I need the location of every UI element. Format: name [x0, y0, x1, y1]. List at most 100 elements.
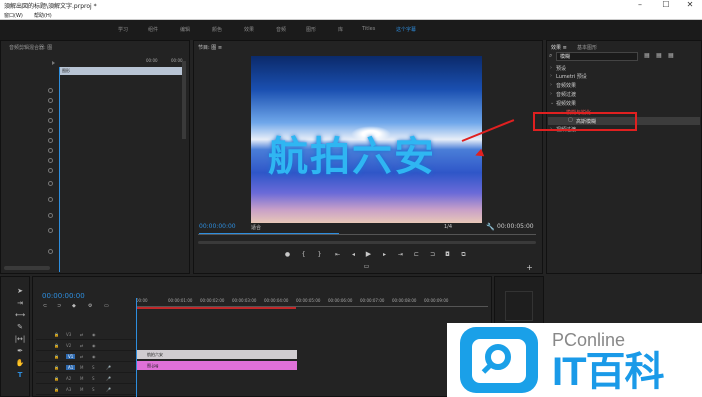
sync-lock-icon[interactable]: ⇄: [80, 332, 83, 337]
type-tool-icon[interactable]: T: [14, 370, 26, 380]
reset-icon[interactable]: [48, 249, 53, 254]
maximize-button[interactable]: ☐: [654, 0, 678, 11]
reset-icon[interactable]: [48, 168, 53, 173]
safe-margin-icon[interactable]: ▭: [363, 263, 370, 270]
timeline-playhead[interactable]: [136, 298, 137, 397]
reset-icon[interactable]: [48, 88, 53, 93]
folder-chevron-icon[interactable]: ›: [550, 73, 552, 79]
mute-button[interactable]: M: [80, 376, 83, 381]
lock-icon[interactable]: 🔒: [54, 387, 59, 392]
eye-icon[interactable]: ◉: [92, 332, 96, 337]
linked-selection-icon[interactable]: ⊃: [57, 303, 61, 309]
32bit-effects-icon[interactable]: ▦: [656, 52, 662, 59]
effects-item-audio-effects[interactable]: 音频效果: [556, 82, 576, 89]
captions-icon[interactable]: ▭: [104, 303, 109, 309]
lock-icon[interactable]: 🔒: [54, 332, 59, 337]
ws-assembly[interactable]: 组件: [148, 26, 158, 33]
step-forward-button[interactable]: ▸: [381, 251, 388, 258]
minimize-button[interactable]: –: [628, 0, 652, 11]
timeline-settings-icon[interactable]: ⚙: [88, 303, 92, 309]
timeline-timecode[interactable]: 00:00:00:00: [42, 292, 85, 300]
effects-item-audio-transitions[interactable]: 音频过渡: [556, 91, 576, 98]
solo-button[interactable]: S: [92, 376, 95, 381]
ws-editing[interactable]: 编辑: [180, 26, 190, 33]
ws-effects[interactable]: 效果: [244, 26, 254, 33]
scrollbar[interactable]: [182, 61, 186, 139]
eye-icon[interactable]: ◉: [92, 343, 96, 348]
reset-icon[interactable]: [48, 228, 53, 233]
effects-item-lumetri[interactable]: Lumetri 预设: [556, 73, 587, 80]
mic-icon[interactable]: 🎤: [106, 365, 111, 370]
reset-icon[interactable]: [48, 138, 53, 143]
marker-button[interactable]: ●: [284, 251, 291, 258]
play-button[interactable]: ▶: [365, 251, 372, 258]
video-title-text[interactable]: 航拍六安: [268, 124, 436, 182]
reset-icon[interactable]: [48, 158, 53, 163]
timeline-clip-image[interactable]: 图.jpg: [137, 361, 297, 370]
reset-icon[interactable]: [48, 98, 53, 103]
razor-tool-icon[interactable]: ✎: [14, 322, 26, 332]
effects-item-presets[interactable]: 预设: [556, 65, 566, 72]
insert-button[interactable]: ⊏: [413, 251, 420, 258]
lock-icon[interactable]: 🔒: [54, 376, 59, 381]
sync-lock-icon[interactable]: ⇄: [80, 354, 83, 359]
reset-icon[interactable]: [48, 128, 53, 133]
go-to-in-button[interactable]: ⇤: [334, 251, 341, 258]
fit-dropdown[interactable]: 适合: [251, 224, 261, 231]
wrench-icon[interactable]: 🔧: [486, 223, 495, 231]
snap-icon[interactable]: ⊂: [43, 303, 47, 309]
scroll-track[interactable]: [4, 266, 50, 270]
slip-tool-icon[interactable]: |↔|: [14, 334, 26, 344]
eye-icon[interactable]: ◉: [92, 354, 96, 359]
menu-window[interactable]: 窗口(W): [4, 12, 23, 19]
ripple-edit-tool-icon[interactable]: ⟷: [14, 310, 26, 320]
program-timecode-in[interactable]: 00:00:00:00: [199, 223, 236, 230]
reset-icon[interactable]: [48, 148, 53, 153]
effects-item-video-effects[interactable]: 视频效果: [556, 100, 576, 107]
menu-help[interactable]: 帮助(H): [34, 12, 52, 19]
effects-tab[interactable]: 效果 ≡: [551, 44, 567, 51]
add-marker-icon[interactable]: ◆: [72, 303, 76, 309]
folder-chevron-icon[interactable]: ›: [550, 91, 552, 97]
button-editor-icon[interactable]: ⧉: [460, 251, 467, 258]
hand-tool-icon[interactable]: ✋: [14, 358, 26, 368]
clip-bar-graphic[interactable]: 图形: [59, 67, 182, 75]
timeline-clip-title[interactable]: 航拍六安: [137, 350, 297, 359]
sync-lock-icon[interactable]: ⇄: [80, 343, 83, 348]
add-button[interactable]: +: [526, 264, 533, 272]
step-back-button[interactable]: ◂: [350, 251, 357, 258]
ws-custom[interactable]: 这个字幕: [396, 26, 416, 33]
program-tab[interactable]: 节目: 图 ≡: [198, 44, 222, 51]
pen-tool-icon[interactable]: ✒: [14, 346, 26, 356]
solo-button[interactable]: S: [92, 387, 95, 392]
lock-icon[interactable]: 🔒: [54, 343, 59, 348]
reset-icon[interactable]: [48, 118, 53, 123]
mic-icon[interactable]: 🎤: [106, 376, 111, 381]
lock-icon[interactable]: 🔒: [54, 365, 59, 370]
close-button[interactable]: ✕: [678, 0, 702, 11]
mark-out-button[interactable]: }: [316, 251, 323, 258]
mute-button[interactable]: M: [80, 365, 83, 370]
ws-libraries[interactable]: 库: [338, 26, 343, 33]
folder-chevron-icon[interactable]: ⌄: [550, 100, 554, 106]
overwrite-button[interactable]: ⊐: [429, 251, 436, 258]
track-select-tool-icon[interactable]: ⇥: [14, 298, 26, 308]
play-triangle-icon[interactable]: [52, 61, 55, 65]
mark-in-button[interactable]: {: [300, 251, 307, 258]
solo-button[interactable]: S: [92, 365, 95, 370]
lock-icon[interactable]: 🔒: [54, 354, 59, 359]
effects-search-input[interactable]: 模糊: [556, 52, 638, 61]
reset-icon[interactable]: [48, 213, 53, 218]
ws-color[interactable]: 颜色: [212, 26, 222, 33]
reset-icon[interactable]: [48, 181, 53, 186]
reset-icon[interactable]: [48, 108, 53, 113]
quality-dropdown[interactable]: 1/4: [444, 224, 452, 230]
selection-tool-icon[interactable]: ➤: [14, 286, 26, 296]
ws-graphics[interactable]: 图形: [306, 26, 316, 33]
go-to-out-button[interactable]: ⇥: [397, 251, 404, 258]
mic-icon[interactable]: 🎤: [106, 387, 111, 392]
program-time-ruler[interactable]: [198, 234, 536, 235]
ws-learn[interactable]: 学习: [118, 26, 128, 33]
ws-titles[interactable]: Titles: [362, 26, 375, 32]
zoom-scrollbar[interactable]: [198, 241, 536, 244]
